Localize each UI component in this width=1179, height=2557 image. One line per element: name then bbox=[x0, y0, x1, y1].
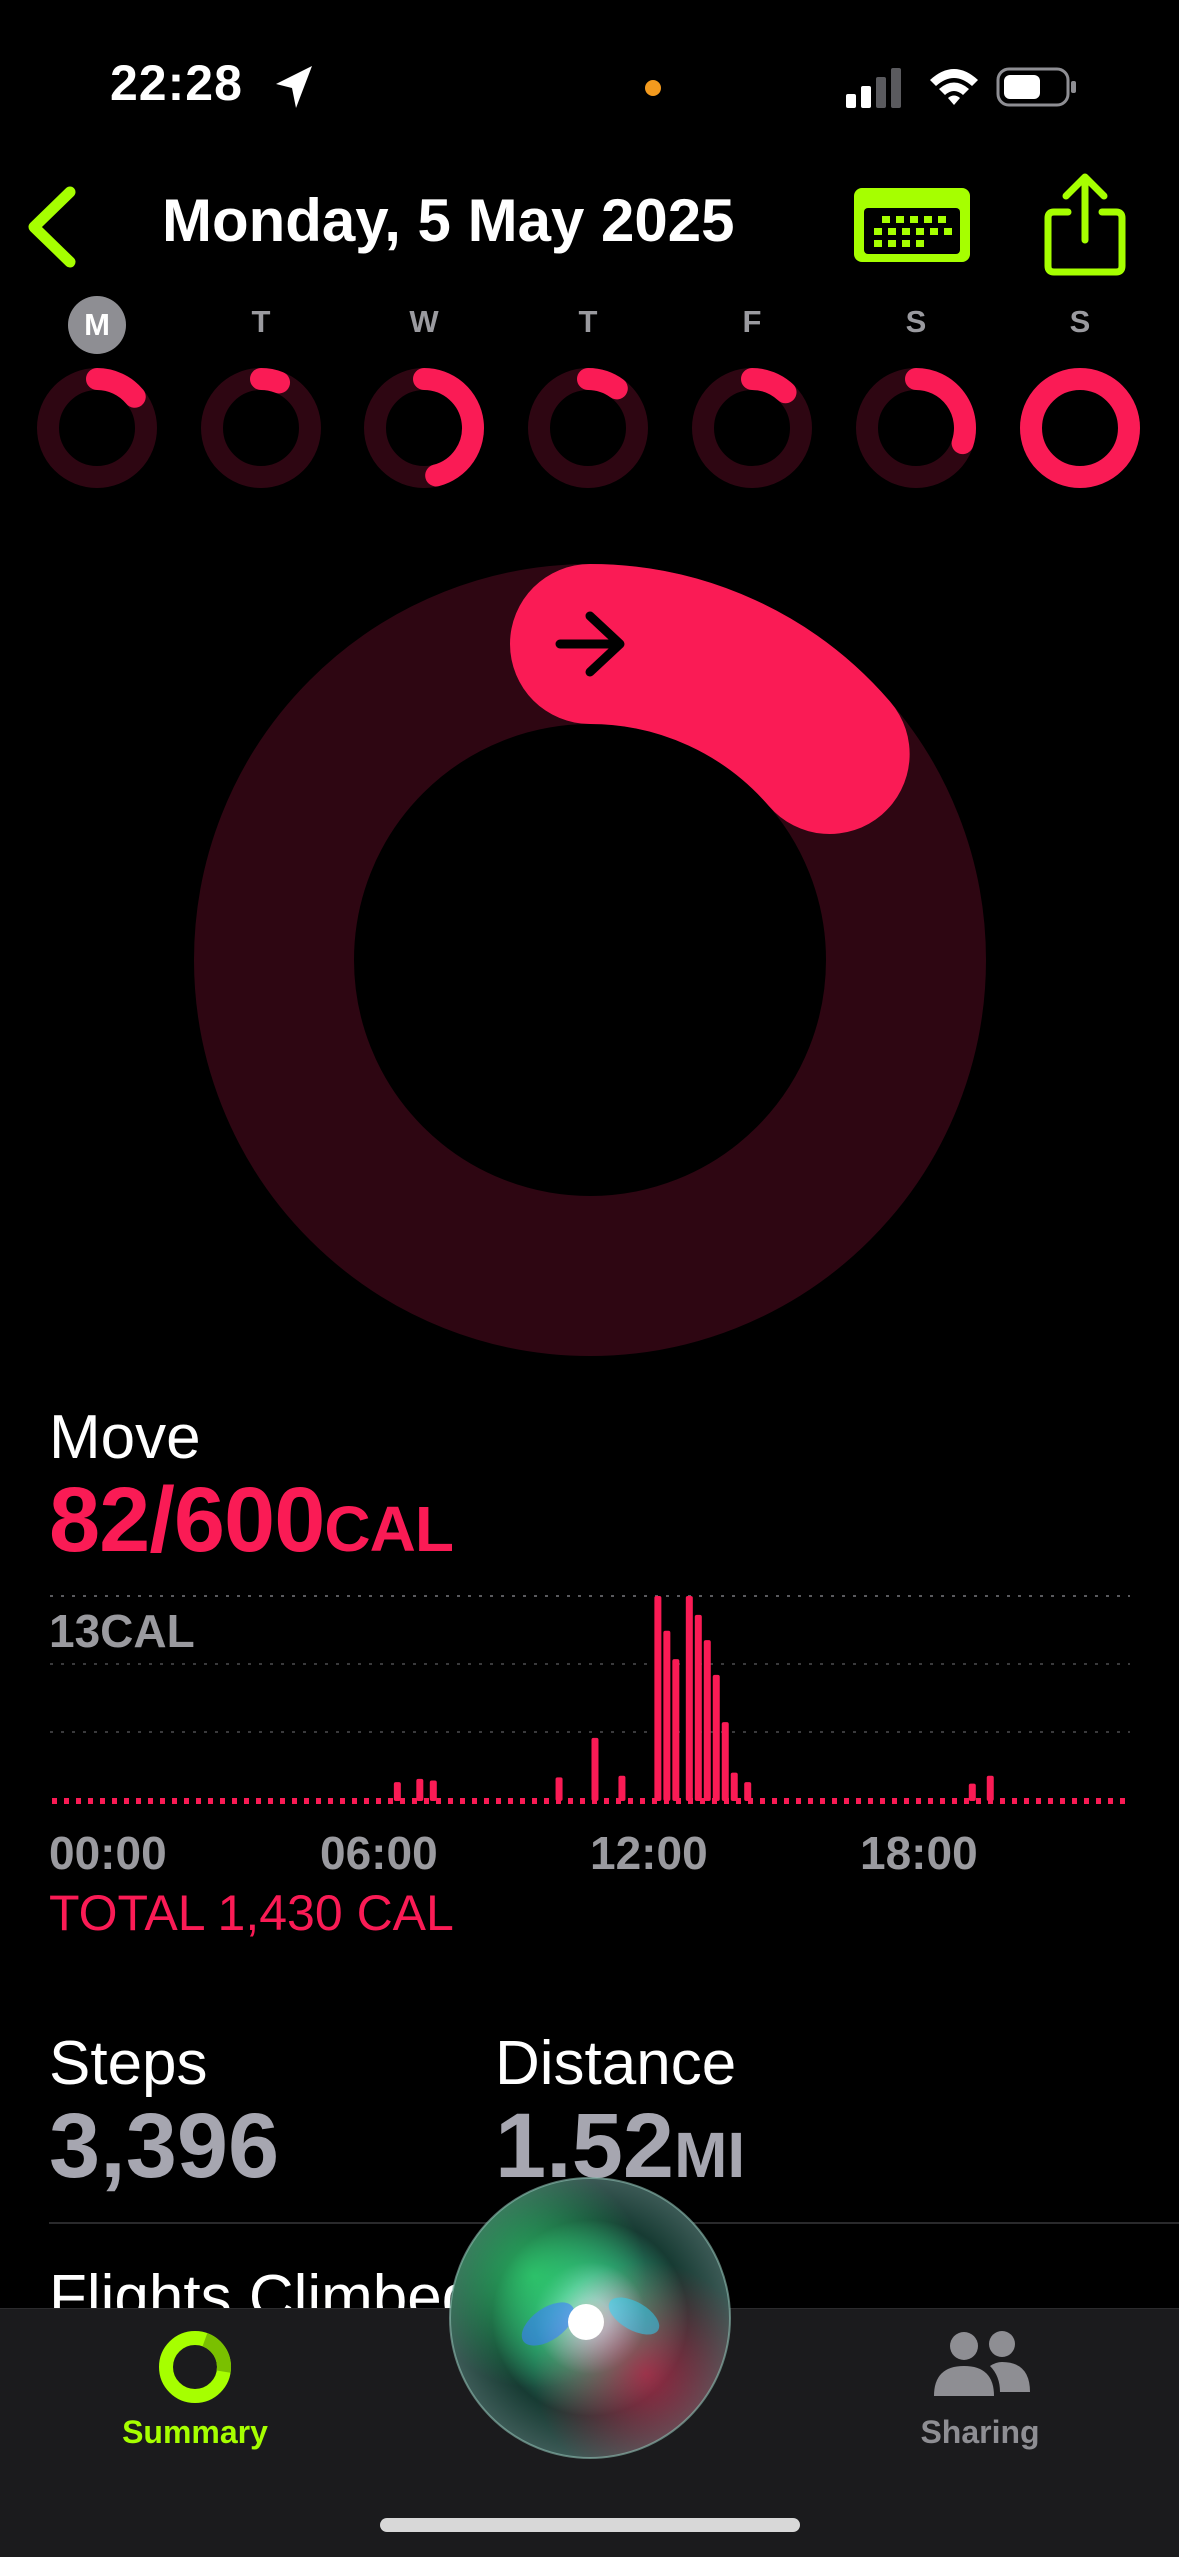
location-arrow-icon bbox=[276, 66, 312, 108]
calendar-icon[interactable] bbox=[850, 180, 980, 270]
move-value: 82/600CAL bbox=[49, 1468, 454, 1573]
x-tick-label: 06:00 bbox=[320, 1827, 438, 1879]
move-total: TOTAL 1,430 CAL bbox=[49, 1885, 454, 1941]
chart-bar bbox=[591, 1737, 599, 1801]
share-icon[interactable] bbox=[1040, 170, 1130, 280]
page-title-date: Monday, 5 May 2025 bbox=[162, 187, 735, 254]
chart-max-label: 13CAL bbox=[49, 1605, 195, 1657]
week-day-ring[interactable] bbox=[1020, 368, 1140, 488]
privacy-indicator-dot bbox=[645, 80, 661, 96]
week-day-letter[interactable]: W bbox=[394, 304, 454, 340]
chart-bar bbox=[654, 1596, 662, 1801]
steps-label: Steps bbox=[49, 2029, 208, 2098]
week-ring-progress bbox=[250, 368, 291, 394]
move-ring bbox=[194, 564, 986, 1356]
week-ring-progress bbox=[741, 368, 797, 404]
week-day-letter[interactable]: M bbox=[68, 296, 126, 354]
tab-summary-label[interactable]: Summary bbox=[90, 2414, 300, 2451]
week-day-letter[interactable]: S bbox=[1050, 304, 1110, 340]
week-day-ring[interactable] bbox=[528, 368, 648, 488]
chart-bar bbox=[663, 1630, 671, 1801]
move-label: Move bbox=[49, 1403, 201, 1472]
chart-bar bbox=[986, 1775, 994, 1801]
week-day-ring[interactable] bbox=[201, 368, 321, 488]
cellular-signal-icon bbox=[846, 68, 901, 108]
wifi-icon bbox=[930, 69, 978, 105]
chart-bar bbox=[721, 1722, 729, 1801]
home-indicator[interactable] bbox=[380, 2518, 800, 2532]
distance-label: Distance bbox=[495, 2029, 737, 2098]
chart-bar bbox=[694, 1614, 702, 1801]
chart-bar bbox=[393, 1782, 401, 1801]
x-tick-label: 00:00 bbox=[49, 1827, 167, 1879]
steps-value: 3,396 bbox=[49, 2095, 280, 2197]
chart-bar bbox=[744, 1782, 752, 1801]
week-day-letter[interactable]: F bbox=[722, 304, 782, 340]
chart-bar bbox=[618, 1775, 626, 1801]
week-ring-progress bbox=[413, 368, 484, 487]
x-tick-label: 12:00 bbox=[590, 1827, 708, 1879]
week-ring-progress bbox=[1020, 368, 1140, 488]
back-chevron-icon[interactable] bbox=[20, 182, 90, 272]
chart-bar bbox=[703, 1640, 711, 1801]
move-ring-progress bbox=[510, 564, 910, 835]
battery-icon bbox=[996, 67, 1076, 107]
chart-bar bbox=[555, 1777, 563, 1801]
tab-sharing-label[interactable]: Sharing bbox=[880, 2414, 1080, 2451]
week-day-ring[interactable] bbox=[364, 368, 484, 488]
week-activity-rings[interactable] bbox=[0, 355, 1179, 505]
sharing-people-icon[interactable] bbox=[930, 2330, 1032, 2400]
activity-ring-icon bbox=[159, 2331, 231, 2403]
chart-bar bbox=[672, 1659, 680, 1801]
x-tick-label: 18:00 bbox=[860, 1827, 978, 1879]
week-ring-progress bbox=[577, 368, 628, 400]
week-day-ring[interactable] bbox=[692, 368, 812, 488]
week-day-letter[interactable]: S bbox=[886, 304, 946, 340]
move-unit: CAL bbox=[324, 1493, 454, 1565]
chart-bar bbox=[712, 1674, 720, 1801]
status-time: 22:28 bbox=[110, 55, 243, 111]
week-day-ring[interactable] bbox=[856, 368, 976, 488]
week-day-letter[interactable]: T bbox=[558, 304, 618, 340]
chart-bar bbox=[685, 1596, 693, 1801]
week-day-letter[interactable]: T bbox=[231, 304, 291, 340]
chart-bar bbox=[730, 1772, 738, 1801]
move-calories: 82/600 bbox=[49, 1469, 325, 1571]
chart-bar bbox=[416, 1778, 424, 1801]
week-ring-progress bbox=[86, 368, 146, 408]
week-day-ring[interactable] bbox=[37, 368, 157, 488]
week-ring-progress bbox=[905, 368, 976, 455]
chart-bar bbox=[968, 1783, 976, 1801]
siri-orb-icon[interactable] bbox=[448, 2176, 732, 2460]
chart-bar bbox=[429, 1780, 437, 1801]
